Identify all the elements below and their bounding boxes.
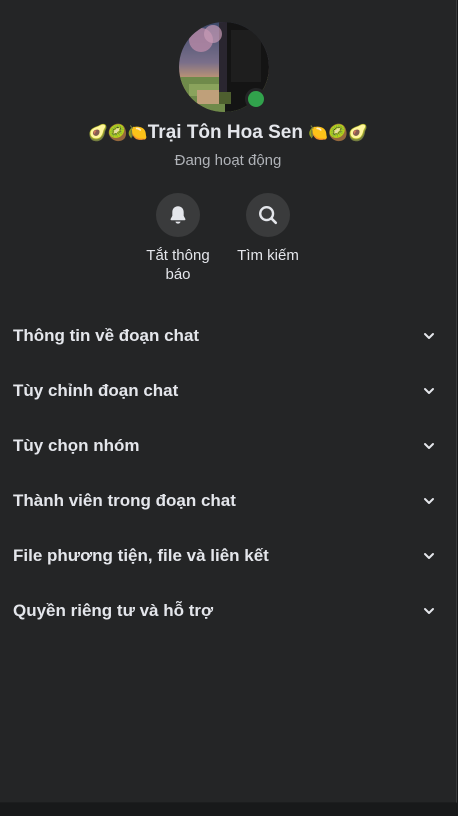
menu-item-label: Thông tin về đoạn chat <box>13 325 200 345</box>
chat-options-menu: Thông tin về đoạn chat Tùy chỉnh đoạn ch… <box>0 308 456 638</box>
group-avatar[interactable] <box>179 22 269 112</box>
chevron-down-icon <box>422 604 436 618</box>
title-emoji-left: 🥑🥝🍋 <box>87 123 148 142</box>
bottom-edge <box>0 803 458 816</box>
menu-item-group-options[interactable]: Tùy chọn nhóm <box>0 418 456 473</box>
menu-item-label: Thành viên trong đoạn chat <box>13 490 236 510</box>
search-button[interactable] <box>246 193 290 237</box>
online-status-dot <box>245 88 267 110</box>
chevron-down-icon <box>422 494 436 508</box>
menu-item-privacy-support[interactable]: Quyền riêng tư và hỗ trợ <box>0 583 456 638</box>
mute-notifications-button[interactable] <box>156 193 200 237</box>
chevron-down-icon <box>422 329 436 343</box>
chevron-down-icon <box>422 439 436 453</box>
title-emoji-right: 🍋🥝🥑 <box>308 123 368 142</box>
menu-item-label: Tùy chỉnh đoạn chat <box>13 380 179 400</box>
search-icon <box>259 206 278 225</box>
menu-item-label: Tùy chọn nhóm <box>13 435 140 455</box>
active-status: Đang hoạt động <box>174 152 282 169</box>
menu-item-label: Quyền riêng tư và hỗ trợ <box>13 600 214 620</box>
chevron-down-icon <box>422 384 436 398</box>
search-label: Tìm kiếm <box>237 247 299 264</box>
title-text: Trại Tôn Hoa Sen <box>147 122 303 143</box>
bell-icon <box>170 206 186 224</box>
menu-item-chat-info[interactable]: Thông tin về đoạn chat <box>0 308 456 363</box>
menu-item-customize-chat[interactable]: Tùy chỉnh đoạn chat <box>0 363 456 418</box>
conversation-title: 🥑🥝🍋Trại Tôn Hoa Sen 🍋🥝🥑 <box>0 122 456 144</box>
menu-item-media-files-links[interactable]: File phương tiện, file và liên kết <box>0 528 456 583</box>
menu-item-label: File phương tiện, file và liên kết <box>13 545 269 565</box>
menu-item-chat-members[interactable]: Thành viên trong đoạn chat <box>0 473 456 528</box>
chevron-down-icon <box>422 549 436 563</box>
chat-info-panel: 🥑🥝🍋Trại Tôn Hoa Sen 🍋🥝🥑 Đang hoạt động T… <box>0 0 457 803</box>
search-action[interactable]: Tìm kiếm <box>213 193 323 265</box>
